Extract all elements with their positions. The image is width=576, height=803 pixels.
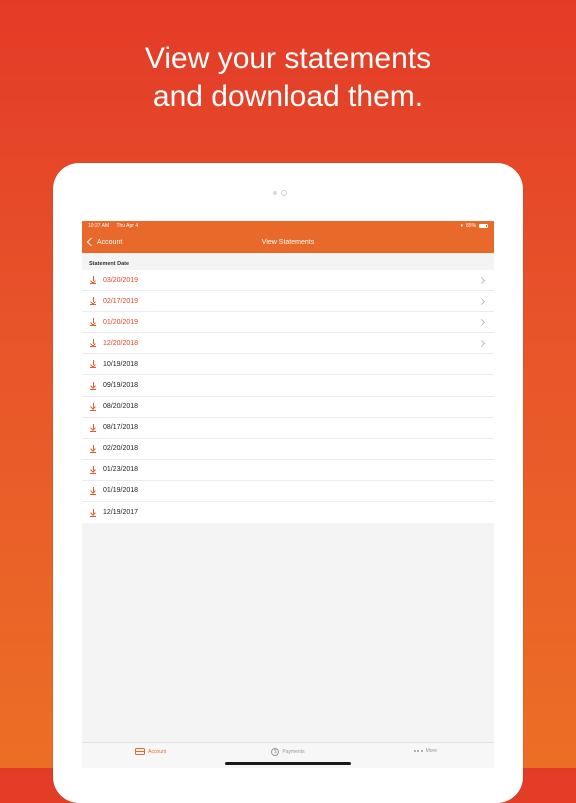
back-button[interactable]: Account [86, 231, 123, 253]
statement-date: 01/20/2019 [103, 318, 139, 326]
statement-row[interactable]: 03/20/2019 [82, 270, 494, 292]
tab-account[interactable]: Account [82, 748, 219, 755]
statement-row[interactable]: 01/19/2018 [82, 480, 494, 503]
statement-row[interactable]: 08/17/2018 [82, 417, 494, 439]
more-icon [413, 750, 423, 752]
statement-row[interactable]: 01/23/2018 [82, 459, 494, 481]
page-title: View Statements [261, 238, 315, 246]
download-icon [90, 339, 96, 348]
dollar-icon: $ [271, 748, 280, 756]
statement-date: 03/20/2019 [103, 276, 139, 284]
statement-row[interactable]: 09/19/2018 [82, 375, 494, 397]
statement-row[interactable]: 12/19/2017 [82, 502, 494, 524]
statement-row[interactable]: 01/20/2019 [82, 312, 494, 334]
download-icon [90, 486, 96, 495]
chevron-right-icon [477, 276, 486, 285]
statement-date: 08/17/2018 [103, 424, 139, 432]
tab-payments-label: Payments [282, 749, 305, 755]
headline-line-1: View your statements [144, 42, 432, 75]
headline: View your statements and download them. [0, 40, 576, 116]
headline-line-2: and download them. [152, 80, 424, 113]
download-icon [90, 423, 96, 432]
nav-bar: Account View Statements [82, 231, 494, 253]
tab-payments[interactable]: $ Payments [219, 748, 356, 756]
card-icon [135, 748, 146, 755]
status-date: Thu Apr 4 [116, 223, 139, 229]
battery-percent: 85% [465, 223, 476, 229]
tab-more[interactable]: More [357, 748, 494, 754]
back-button-label: Account [97, 238, 123, 246]
statement-date: 12/19/2017 [103, 509, 139, 517]
tab-account-label: Account [148, 748, 167, 755]
statement-date: 01/19/2018 [103, 487, 139, 495]
statement-date: 10/19/2018 [103, 360, 139, 368]
download-icon [90, 297, 96, 306]
camera-icon [273, 190, 287, 196]
app-screen: 10:27 AM Thu Apr 4 ▾ 85% Account View St… [82, 221, 494, 768]
download-icon [90, 508, 96, 517]
statement-list: 03/20/2019 02/17/2019 01/20/2019 12/20/2018… [82, 270, 494, 524]
download-icon [90, 444, 96, 453]
battery-icon [479, 224, 488, 228]
download-icon [90, 465, 96, 474]
statement-date: 02/17/2019 [103, 297, 139, 305]
statement-date: 02/20/2018 [103, 445, 139, 453]
chevron-right-icon [477, 319, 486, 327]
statement-row[interactable]: 12/20/2018 [82, 333, 494, 355]
statement-row[interactable]: 10/19/2018 [82, 354, 494, 376]
statement-date: 12/20/2018 [103, 339, 139, 347]
chevron-right-icon [477, 298, 486, 306]
statement-row[interactable]: 02/20/2018 [82, 438, 494, 460]
wifi-icon: ▾ [460, 223, 463, 229]
statement-row[interactable]: 02/17/2019 [82, 291, 494, 313]
chevron-left-icon [86, 237, 96, 247]
download-icon [90, 402, 96, 411]
home-indicator [225, 762, 351, 765]
statement-date: 08/20/2018 [103, 403, 139, 411]
statement-date: 01/23/2018 [103, 466, 139, 474]
download-icon [90, 318, 96, 327]
section-header: Statement Date [82, 253, 494, 270]
status-bar: 10:27 AM Thu Apr 4 ▾ 85% [82, 221, 494, 231]
tab-more-label: More [425, 748, 438, 754]
download-icon [90, 381, 96, 390]
statement-date: 09/19/2018 [103, 382, 139, 390]
chevron-right-icon [477, 340, 486, 348]
status-time: 10:27 AM [88, 223, 110, 229]
download-icon [90, 360, 96, 369]
download-icon [90, 276, 96, 285]
statement-row[interactable]: 08/20/2018 [82, 396, 494, 418]
